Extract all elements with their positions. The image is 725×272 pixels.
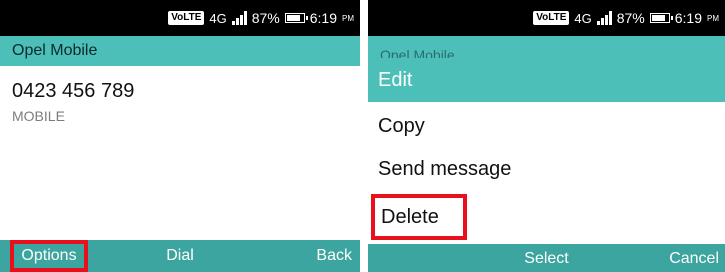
signal-icon: [596, 11, 612, 25]
volte-icon: VoLTE: [533, 11, 570, 25]
back-softkey[interactable]: Back: [316, 240, 352, 272]
clock-suffix: PM: [707, 13, 719, 23]
menu-item-copy[interactable]: Copy: [378, 115, 425, 138]
battery-percent: 87%: [251, 10, 280, 26]
contact-title: Opel Mobile: [0, 36, 360, 66]
battery-icon: [284, 13, 308, 23]
network-type: 4G: [209, 10, 227, 26]
menu-item-send-message[interactable]: Send message: [378, 158, 511, 181]
battery-icon: [649, 13, 673, 23]
clock: 6:19: [674, 10, 702, 26]
clock-suffix: PM: [342, 13, 354, 23]
battery-percent: 87%: [616, 10, 645, 26]
menu-item-delete[interactable]: Delete: [371, 194, 467, 240]
network-type: 4G: [574, 10, 592, 26]
cancel-softkey[interactable]: Cancel: [669, 244, 719, 272]
status-bar: VoLTE 4G 87% 6:19 PM: [0, 0, 360, 36]
signal-icon: [231, 11, 247, 25]
number-type-label: MOBILE: [12, 108, 65, 124]
menu-title: Edit: [368, 58, 725, 102]
softkey-bar: Dial Options Back: [0, 240, 360, 272]
phone-screen-contact: VoLTE 4G 87% 6:19 PM Opel Mobile 0423 456…: [0, 0, 360, 272]
phone-number[interactable]: 0423 456 789: [12, 80, 134, 103]
status-bar: VoLTE 4G 87% 6:19 PM: [368, 0, 725, 36]
phone-screen-options-menu: VoLTE 4G 87% 6:19 PM Opel Mobile Edit Cop…: [368, 0, 725, 272]
volte-icon: VoLTE: [168, 11, 205, 25]
softkey-bar: Select Cancel: [368, 244, 725, 272]
options-softkey[interactable]: Options: [10, 240, 88, 272]
clock: 6:19: [309, 10, 337, 26]
